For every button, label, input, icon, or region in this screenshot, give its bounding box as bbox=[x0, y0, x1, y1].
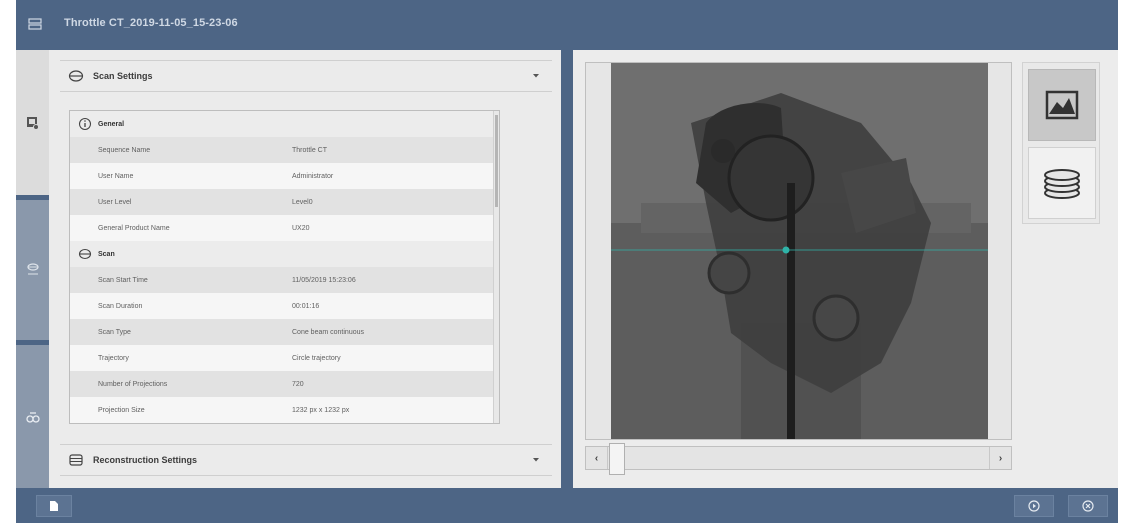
property-key: Projection Size bbox=[98, 406, 145, 414]
nav-image-settings[interactable] bbox=[16, 50, 49, 195]
group-label: Scan bbox=[98, 250, 115, 258]
settings-panel: Scan Settings General Sequence Name Thro… bbox=[49, 50, 561, 488]
slider-right-button[interactable]: › bbox=[989, 447, 1011, 469]
property-key: Trajectory bbox=[98, 354, 129, 362]
scan-properties-table: General Sequence Name Throttle CT User N… bbox=[69, 110, 500, 424]
scanner-icon bbox=[28, 18, 42, 30]
property-key: User Name bbox=[98, 172, 134, 180]
property-key: Scan Duration bbox=[98, 302, 143, 310]
slider-handle[interactable] bbox=[609, 443, 625, 475]
window-title: Throttle CT_2019-11-05_15-23-06 bbox=[64, 17, 238, 29]
projection-slider[interactable]: ‹ › bbox=[585, 443, 1012, 475]
projection-image-icon bbox=[1045, 90, 1079, 120]
close-icon bbox=[1082, 500, 1094, 512]
document-button[interactable] bbox=[36, 495, 72, 517]
chevron-right-icon: › bbox=[998, 452, 1003, 464]
property-value: 720 bbox=[292, 380, 304, 388]
panel-divider[interactable] bbox=[561, 50, 573, 488]
reconstruction-icon bbox=[69, 454, 83, 466]
table-row: Trajectory Circle trajectory bbox=[70, 345, 494, 371]
property-value: UX20 bbox=[292, 224, 310, 232]
table-row: Sequence Name Throttle CT bbox=[70, 137, 494, 163]
scan-settings-label: Scan Settings bbox=[93, 71, 153, 81]
property-value: Level0 bbox=[292, 198, 313, 206]
property-key: Scan Type bbox=[98, 328, 131, 336]
document-icon bbox=[50, 501, 58, 511]
binoculars-icon bbox=[25, 411, 40, 423]
scan-icon bbox=[26, 263, 39, 275]
scan-icon bbox=[78, 248, 92, 260]
chevron-down-icon bbox=[533, 74, 539, 78]
table-scrollbar[interactable] bbox=[493, 111, 499, 423]
play-button[interactable] bbox=[1014, 495, 1054, 517]
group-label: General bbox=[98, 120, 125, 128]
property-value: 00:01:16 bbox=[292, 302, 320, 310]
ct-projection-render bbox=[611, 63, 988, 439]
property-key: Number of Projections bbox=[98, 380, 168, 388]
scan-settings-icon bbox=[68, 70, 84, 82]
table-row: User Name Administrator bbox=[70, 163, 494, 189]
property-key: Sequence Name bbox=[98, 146, 151, 154]
table-row: Scan Start Time 11/05/2019 15:23:06 bbox=[70, 267, 494, 293]
chevron-left-icon: ‹ bbox=[594, 452, 599, 464]
image-viewer[interactable] bbox=[585, 62, 1012, 440]
view-mode-toolbar bbox=[1022, 62, 1100, 224]
nav-inspect[interactable] bbox=[16, 345, 49, 488]
property-key: Scan Start Time bbox=[98, 276, 148, 284]
volume-stack-icon bbox=[1044, 169, 1080, 199]
left-navigation bbox=[16, 50, 49, 488]
reconstruction-settings-header[interactable]: Reconstruction Settings bbox=[60, 444, 552, 476]
app-window: Throttle CT_2019-11-05_15-23-06 Scan Set… bbox=[16, 0, 1118, 523]
group-header-general[interactable]: General bbox=[70, 111, 494, 137]
property-key: User Level bbox=[98, 198, 132, 206]
property-value: Administrator bbox=[292, 172, 334, 180]
image-settings-icon bbox=[27, 116, 39, 130]
title-bar: Throttle CT_2019-11-05_15-23-06 bbox=[16, 0, 1118, 50]
property-value: Circle trajectory bbox=[292, 354, 341, 362]
property-key: General Product Name bbox=[98, 224, 170, 232]
table-row: Number of Projections 720 bbox=[70, 371, 494, 397]
property-value: Cone beam continuous bbox=[292, 328, 364, 336]
scrollbar-thumb[interactable] bbox=[495, 115, 498, 207]
table-row: Scan Type Cone beam continuous bbox=[70, 319, 494, 345]
close-button[interactable] bbox=[1068, 495, 1108, 517]
table-row: Scan Duration 00:01:16 bbox=[70, 293, 494, 319]
status-bar bbox=[16, 488, 1118, 523]
chevron-down-icon bbox=[533, 458, 539, 462]
viewer-panel: ‹ › bbox=[573, 50, 1118, 488]
table-row: Projection Size 1232 px x 1232 px bbox=[70, 397, 494, 423]
table-row: General Product Name UX20 bbox=[70, 215, 494, 241]
reconstruction-settings-label: Reconstruction Settings bbox=[93, 455, 198, 465]
group-header-scan[interactable]: Scan bbox=[70, 241, 494, 267]
ct-projection-image[interactable] bbox=[611, 63, 988, 439]
volume-view-button[interactable] bbox=[1028, 147, 1096, 219]
property-value: 11/05/2019 15:23:06 bbox=[292, 276, 356, 284]
property-value: Throttle CT bbox=[292, 146, 328, 154]
slider-left-button[interactable]: ‹ bbox=[586, 447, 608, 469]
play-icon bbox=[1028, 500, 1040, 512]
nav-scan[interactable] bbox=[16, 195, 49, 345]
info-icon bbox=[78, 117, 92, 131]
table-row: User Level Level0 bbox=[70, 189, 494, 215]
scan-settings-header[interactable]: Scan Settings bbox=[60, 60, 552, 92]
property-value: 1232 px x 1232 px bbox=[292, 406, 350, 414]
projection-view-button[interactable] bbox=[1028, 69, 1096, 141]
